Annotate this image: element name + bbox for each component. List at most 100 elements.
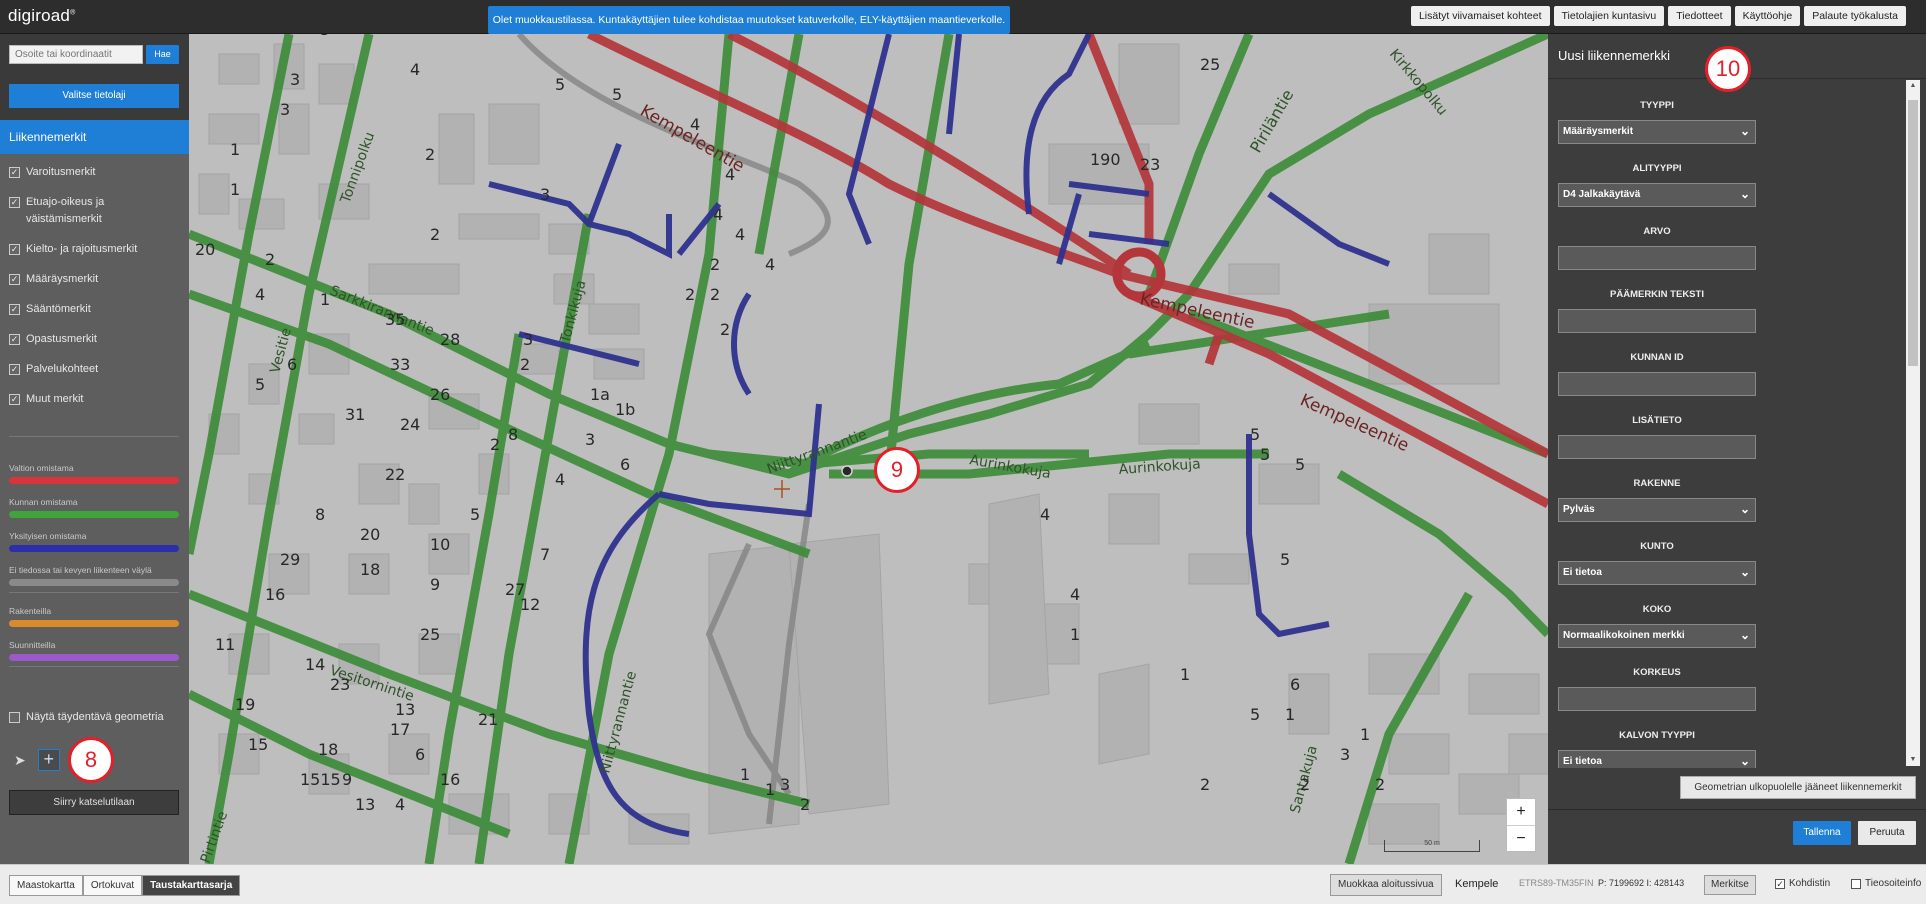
checkbox-other-signs[interactable]: ✓ Muut merkit — [9, 391, 181, 408]
legend-private-owned: Yksityisen omistama — [9, 531, 179, 552]
field-subtype: ALITYYPPI D4 Jalkakäytävä ⌄ — [1558, 163, 1756, 207]
mark-button[interactable]: Merkitse — [1704, 875, 1756, 895]
house-number-label: 4 — [735, 225, 745, 244]
main-sign-text-input[interactable] — [1558, 309, 1756, 333]
checkbox-icon[interactable]: ✓ — [9, 364, 20, 375]
checkbox-icon[interactable]: ✓ — [9, 304, 20, 315]
traffic-sign-point[interactable] — [841, 465, 853, 477]
panel-title: Uusi liikennemerkki — [1558, 48, 1670, 63]
field-value: ARVO — [1558, 226, 1756, 270]
house-number-label: 23 — [1140, 155, 1160, 174]
subtype-select[interactable]: D4 Jalkakäytävä ⌄ — [1558, 183, 1756, 207]
top-bar: digiroad® Olet muokkaustilassa. Kuntakäy… — [0, 0, 1926, 34]
house-number-label: 25 — [1200, 55, 1220, 74]
zoom-out-button[interactable]: − — [1507, 825, 1535, 851]
municipality-id-input[interactable] — [1558, 372, 1756, 396]
checkbox-icon[interactable] — [1851, 878, 1861, 889]
house-number-label: 15 — [248, 735, 268, 754]
condition-select[interactable]: Ei tietoa ⌄ — [1558, 561, 1756, 585]
tab-background-map[interactable]: Taustakarttasarja — [142, 875, 241, 896]
size-select[interactable]: Normaalikokoinen merkki ⌄ — [1558, 624, 1756, 648]
checkbox-icon[interactable]: ✓ — [9, 274, 20, 285]
house-number-label: 13 — [395, 700, 415, 719]
house-number-label: 4 — [555, 470, 565, 489]
checkbox-service-signs[interactable]: ✓ Palvelukohteet — [9, 361, 181, 378]
value-input[interactable] — [1558, 246, 1756, 270]
field-height: KORKEUS — [1558, 667, 1756, 711]
checkbox-icon[interactable]: ✓ — [9, 394, 20, 405]
field-main-sign-text: PÄÄMERKIN TEKSTI — [1558, 289, 1756, 333]
step-marker-8: 8 — [68, 737, 114, 783]
tab-orthophotos[interactable]: Ortokuvat — [82, 875, 143, 896]
new-sign-crosshair-icon — [774, 480, 790, 498]
map-canvas[interactable]: Kempeleentie Kempeleentie Kempeleentie P… — [189, 34, 1548, 864]
background-map-tabs: Maastokartta Ortokuvat Taustakarttasarja — [9, 875, 241, 896]
link-user-guide[interactable]: Käyttöohje — [1734, 6, 1801, 26]
checkbox-icon[interactable]: ✓ — [9, 167, 20, 178]
checkbox-icon[interactable]: ✓ — [1775, 878, 1785, 889]
checkbox-guide-signs[interactable]: ✓ Opastusmerkit — [9, 331, 181, 348]
show-geometry-toggle[interactable]: Näytä täydentävä geometria — [9, 711, 164, 723]
view-mode-button[interactable]: Siirry katselutilaan — [9, 790, 179, 815]
link-municipality-page[interactable]: Tietolajien kuntasivu — [1553, 6, 1665, 26]
legend-planned: Suunnitteilla — [9, 640, 179, 661]
house-number-label: 1 — [230, 140, 240, 159]
cancel-button[interactable]: Peruuta — [1858, 821, 1916, 845]
house-number-label: 3 — [585, 430, 595, 449]
coordinates-readout: P: 7199692 I: 428143 — [1598, 878, 1685, 888]
checkbox-regulatory-signs[interactable]: ✓ Sääntömerkit — [9, 301, 181, 318]
zoom-in-button[interactable]: + — [1507, 799, 1535, 825]
film-type-select[interactable]: Ei tietoa ⌄ — [1558, 750, 1756, 768]
edit-start-page-button[interactable]: Muokkaa aloitussivua — [1330, 874, 1442, 896]
house-number-label: 14 — [305, 655, 325, 674]
map-scale-bar: 50 m — [1384, 840, 1480, 852]
height-input[interactable] — [1558, 687, 1756, 711]
house-number-label: 3 — [280, 100, 290, 119]
type-select[interactable]: Määräysmerkit ⌄ — [1558, 120, 1756, 144]
map-view[interactable]: Kempeleentie Kempeleentie Kempeleentie P… — [189, 34, 1548, 864]
save-button[interactable]: Tallenna — [1793, 821, 1851, 845]
link-linear-assets[interactable]: Lisätyt viivamaiset kohteet — [1410, 6, 1550, 26]
checkbox-icon[interactable] — [9, 711, 20, 723]
scrollbar-thumb[interactable] — [1908, 100, 1918, 366]
house-number-label: 6 — [415, 745, 425, 764]
add-tool-button[interactable]: + — [37, 749, 60, 771]
link-announcements[interactable]: Tiedotteet — [1668, 6, 1731, 26]
structure-select[interactable]: Pylväs ⌄ — [1558, 498, 1756, 522]
field-size: KOKO Normaalikokoinen merkki ⌄ — [1558, 604, 1756, 648]
house-number-label: 3 — [1340, 745, 1350, 764]
house-number-label: 5 — [1280, 550, 1290, 569]
checkbox-prohibition-signs[interactable]: ✓ Kielto- ja rajoitusmerkit — [9, 241, 181, 258]
form-scrollbar[interactable]: ▲ ▼ — [1906, 80, 1920, 766]
tab-terrain-map[interactable]: Maastokartta — [9, 875, 83, 896]
outside-geometry-signs-button[interactable]: Geometrian ulkopuolelle jääneet liikenne… — [1680, 776, 1916, 799]
legend-unknown: Ei tiedossa tai kevyen liikenteen väylä — [9, 565, 179, 586]
chevron-down-icon: ⌄ — [1739, 187, 1750, 201]
link-feedback[interactable]: Palaute työkalusta — [1804, 6, 1906, 26]
checkbox-mandatory-signs[interactable]: ✓ Määräysmerkit — [9, 271, 181, 288]
checkbox-warning-signs[interactable]: ✓ Varoitusmerkit — [9, 164, 181, 181]
checkbox-icon[interactable]: ✓ — [9, 197, 20, 208]
additional-info-input[interactable] — [1558, 435, 1756, 459]
house-number-label: 20 — [360, 525, 380, 544]
house-number-label: 2 — [1375, 775, 1385, 794]
field-structure: RAKENNE Pylväs ⌄ — [1558, 478, 1756, 522]
step-marker-9: 9 — [874, 447, 920, 493]
scroll-down-icon[interactable]: ▼ — [1906, 754, 1920, 766]
house-number-label: 3 — [290, 70, 300, 89]
address-search-input[interactable] — [9, 45, 143, 64]
edit-tools: ➤ + — [14, 749, 60, 771]
crosshair-toggle[interactable]: ✓ Kohdistin — [1775, 878, 1830, 889]
house-number-label: 22 — [385, 465, 405, 484]
checkbox-icon[interactable]: ✓ — [9, 244, 20, 255]
scroll-up-icon[interactable]: ▲ — [1906, 80, 1920, 92]
checkbox-priority-signs[interactable]: ✓ Etuajo-oikeus ja väistämismerkit — [9, 194, 181, 228]
road-address-info-toggle[interactable]: Tieosoiteinfo — [1851, 878, 1921, 889]
search-button[interactable]: Hae — [146, 45, 179, 64]
house-number-label: 1 — [740, 765, 750, 784]
select-layer-button[interactable]: Valitse tietolaji — [9, 84, 179, 108]
select-tool-icon[interactable]: ➤ — [14, 752, 26, 769]
checkbox-icon[interactable]: ✓ — [9, 334, 20, 345]
digiroad-logo[interactable]: digiroad® — [8, 6, 75, 26]
house-number-label: 4 — [255, 285, 265, 304]
